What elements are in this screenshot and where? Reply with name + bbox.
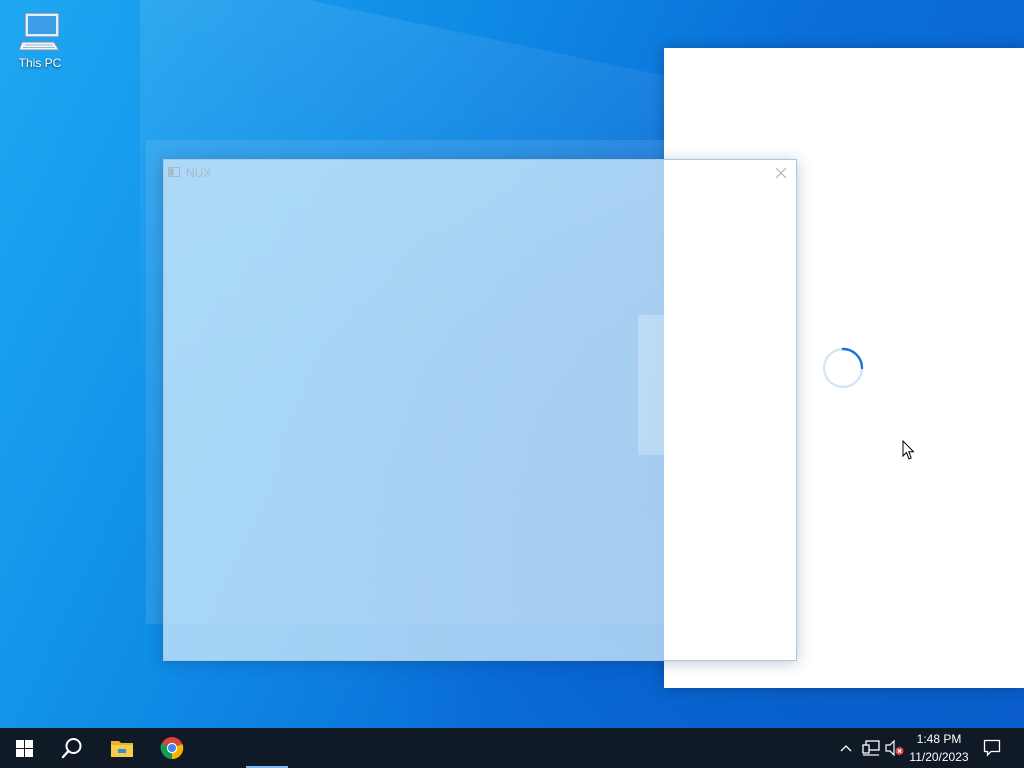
taskbar-chrome[interactable]: [148, 728, 196, 768]
tray-clock[interactable]: 1:48 PM 11/20/2023: [906, 730, 972, 766]
start-button[interactable]: [0, 728, 48, 768]
tray-network-button[interactable]: [861, 738, 881, 758]
clock-time: 1:48 PM: [916, 732, 962, 746]
app-window-icon: [168, 167, 180, 177]
window-title: NUX: [186, 166, 212, 180]
volume-muted-icon: [885, 740, 904, 756]
file-explorer-icon: [111, 741, 133, 757]
close-icon: [775, 167, 787, 179]
search-button[interactable]: [48, 728, 96, 768]
search-icon: [61, 738, 82, 759]
nux-window-opaque-region: [664, 160, 796, 660]
desktop-icon-this-pc[interactable]: This PC: [12, 8, 68, 76]
chrome-icon: [160, 737, 184, 760]
loading-spinner-icon: [822, 347, 864, 389]
action-center-button[interactable]: [982, 738, 1002, 758]
network-icon: [862, 740, 880, 756]
action-center-icon: [983, 739, 1001, 757]
taskbar: 1:48 PM 11/20/2023: [0, 728, 1024, 768]
desktop-icon-label: This PC: [18, 56, 62, 70]
chevron-up-icon: [840, 745, 852, 752]
tray-overflow-button[interactable]: [838, 738, 854, 758]
windows-start-icon: [15, 739, 33, 757]
taskbar-file-explorer[interactable]: [98, 728, 146, 768]
tray-volume-button[interactable]: [885, 738, 905, 758]
close-button[interactable]: [770, 162, 792, 184]
desktop: This PC NUX: [0, 0, 1024, 728]
nux-window-side-panel: [638, 315, 664, 455]
mouse-cursor-icon: [902, 440, 915, 460]
nux-titlebar[interactable]: NUX: [164, 160, 796, 186]
this-pc-icon: [18, 12, 60, 51]
clock-date: 11/20/2023: [909, 750, 969, 764]
nux-window[interactable]: NUX: [163, 159, 797, 661]
